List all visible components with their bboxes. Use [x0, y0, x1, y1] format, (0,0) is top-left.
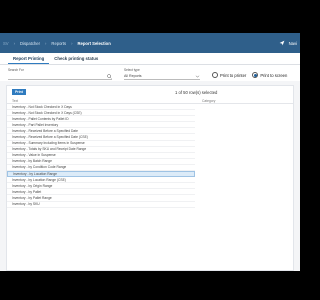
print-button[interactable]: Print — [12, 89, 26, 95]
search-icon[interactable] — [107, 73, 112, 79]
column-header-text[interactable]: Text — [12, 99, 202, 103]
table-row[interactable]: Inventory - by SKU — [7, 202, 195, 208]
breadcrumb-separator: › — [71, 40, 73, 46]
breadcrumb: SV › Dispatcher › Reports › Report Selec… — [3, 41, 111, 46]
tab-check-printing-status[interactable]: Check printing status — [49, 53, 103, 64]
type-select[interactable]: All Reports — [124, 73, 200, 80]
print-to-printer-radio[interactable]: Print to printer — [212, 72, 246, 78]
breadcrumb-separator: › — [13, 40, 15, 46]
app-prefix: SV — [3, 40, 9, 46]
search-input[interactable] — [8, 73, 112, 80]
report-table-card: Print 1 of 50 row(s) selected Text Categ… — [6, 85, 294, 271]
search-label: Search For — [8, 68, 24, 72]
breadcrumb-separator: › — [45, 40, 47, 46]
print-destination: Print to printer Print to screen — [212, 72, 287, 78]
top-bar: SV › Dispatcher › Reports › Report Selec… — [0, 33, 300, 53]
tab-report-printing[interactable]: Report Printing — [8, 53, 50, 64]
radio-circle-selected — [252, 72, 259, 78]
selection-count: 1 of 50 row(s) selected — [175, 89, 218, 95]
breadcrumb-dispatcher[interactable]: Dispatcher — [20, 41, 40, 46]
print-to-printer-label: Print to printer — [220, 72, 247, 78]
type-field: Select type All Reports — [124, 68, 200, 80]
app-window: SV › Dispatcher › Reports › Report Selec… — [0, 33, 300, 271]
type-label: Select type — [124, 68, 140, 72]
navigation-label: Navi — [288, 40, 297, 46]
print-to-screen-radio[interactable]: Print to screen — [252, 72, 287, 78]
print-to-screen-label: Print to screen — [260, 72, 288, 78]
table-body: Inventory - Not Stock Checked in X Days I… — [7, 104, 293, 208]
filter-bar: Search For Select type All Reports Print… — [0, 65, 300, 81]
navigation-arrow-icon — [279, 40, 285, 46]
search-field: Search For — [8, 68, 112, 80]
column-header-category[interactable]: Category — [202, 99, 215, 103]
table-toolbar: Print 1 of 50 row(s) selected — [7, 86, 293, 98]
breadcrumb-reports[interactable]: Reports — [51, 41, 66, 46]
scroll-fade — [7, 262, 293, 270]
breadcrumb-current: Report Selection — [77, 40, 111, 46]
radio-circle — [212, 72, 218, 78]
type-value: All Reports — [124, 74, 142, 78]
navigation-menu[interactable]: Navi — [279, 40, 297, 46]
tab-bar: Report Printing Check printing status — [0, 53, 300, 65]
chevron-down-icon — [195, 75, 200, 78]
